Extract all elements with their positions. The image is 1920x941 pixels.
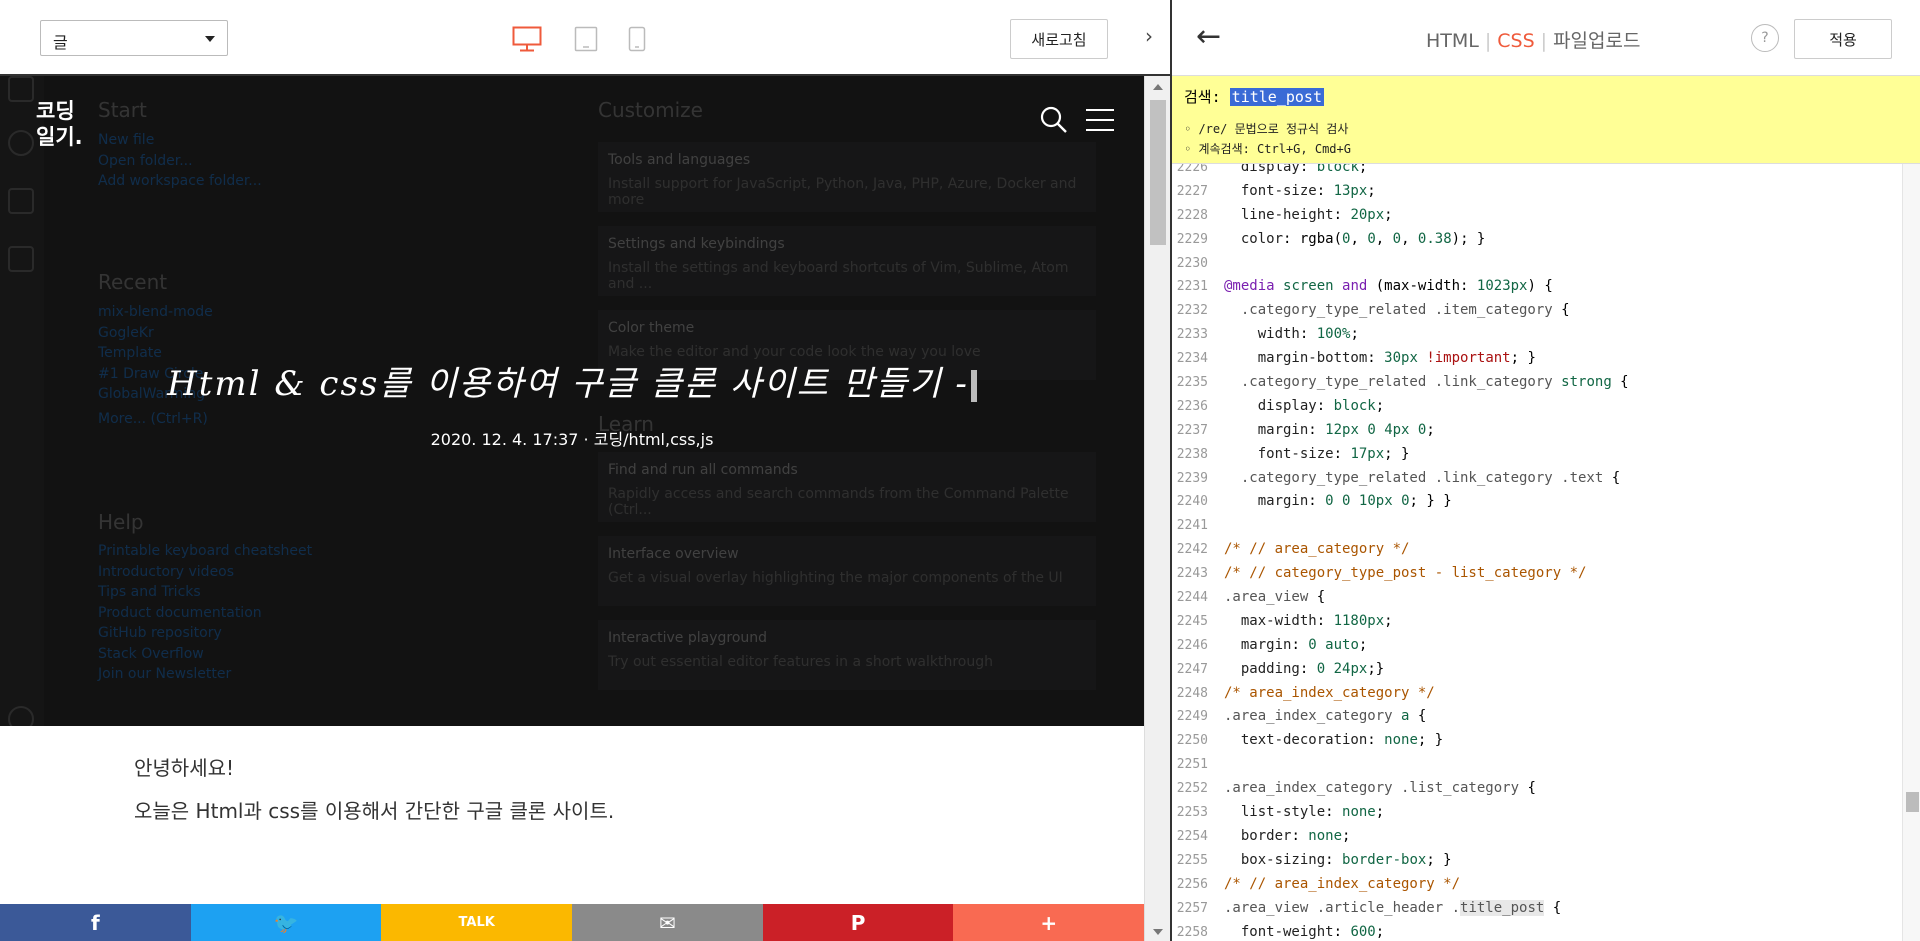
- back-arrow-icon[interactable]: ←: [1196, 22, 1221, 52]
- code-line: 2256/* // area_index_category */: [1176, 875, 1461, 892]
- content-type-select[interactable]: 글: [40, 20, 228, 56]
- search-hint: ◦ /re/ 문법으로 정규식 검사: [1184, 122, 1349, 136]
- kakao-share-button[interactable]: TALK: [381, 904, 573, 941]
- menu-icon[interactable]: [1086, 108, 1114, 132]
- code-line: 2239 .category_type_related .link_catego…: [1176, 469, 1621, 486]
- code-line: 2233 width: 100%;: [1176, 326, 1359, 343]
- preview-pane: 글 새로고침 › Start New file Open folder... A…: [0, 0, 1170, 941]
- code-line: 2235 .category_type_related .link_catego…: [1176, 374, 1629, 391]
- tab-html[interactable]: HTML: [1426, 30, 1479, 52]
- code-line: 2252 .area_index_category .list_category …: [1176, 780, 1536, 797]
- code-line: 2243/* // category_type_post - list_cate…: [1176, 565, 1587, 582]
- tablet-view-icon[interactable]: [574, 26, 598, 52]
- scrollbar-thumb[interactable]: [1906, 792, 1919, 812]
- tab-separator: |: [1540, 30, 1548, 52]
- logo-line: 일기.: [36, 125, 83, 149]
- code-line: 2227 font-size: 13px;: [1176, 182, 1376, 199]
- code-line: 2258 font-weight: 600;: [1176, 923, 1385, 940]
- help-icon[interactable]: ?: [1751, 24, 1779, 52]
- content-type-value: 글: [53, 33, 68, 52]
- code-line: 2232 .category_type_related .item_catego…: [1176, 302, 1570, 319]
- code-line: 2246 margin: 0 auto;: [1176, 636, 1368, 653]
- scroll-up-arrow[interactable]: [1153, 84, 1163, 90]
- code-line: 2244 .area_view {: [1176, 589, 1326, 606]
- code-line: 2229 color: rgba(0, 0, 0, 0.38); }: [1176, 230, 1486, 247]
- code-line: 2257 .area_view .article_header .title_po…: [1176, 899, 1562, 916]
- code-line: 2236 display: block;: [1176, 397, 1385, 414]
- facebook-share-button[interactable]: f: [0, 904, 191, 941]
- code-line: 2234 margin-bottom: 30px !important; }: [1176, 350, 1536, 367]
- article-paragraph: 안녕하세요!: [134, 756, 235, 780]
- article-body: 안녕하세요! 오늘은 Html과 css를 이용해서 간단한 구글 클론 사이트…: [134, 752, 614, 838]
- editor-scrollbar[interactable]: [1902, 164, 1920, 941]
- css-code-editor[interactable]: 2226 display: block; 2227 font-size: 13p…: [1172, 164, 1902, 941]
- mobile-view-icon[interactable]: [628, 26, 646, 52]
- code-lines: 2226 display: block; 2227 font-size: 13p…: [1172, 164, 1902, 941]
- code-line: 2249 .area_index_category a {: [1176, 708, 1427, 725]
- post-title: Html & css를 이용하여 구글 클론 사이트 만들기 -: [0, 356, 1144, 405]
- search-label: 검색:: [1184, 88, 1221, 106]
- code-line: 2254 border: none;: [1176, 827, 1351, 844]
- pinterest-share-button[interactable]: P: [762, 904, 954, 941]
- editor-pane: ← HTML | CSS | 파일업로드 ? 적용 검색: title_post ◦ /…: [1172, 0, 1920, 941]
- code-line: 2242/* // area_category */: [1176, 541, 1410, 558]
- email-share-button[interactable]: ✉: [572, 904, 763, 941]
- more-share-button[interactable]: +: [953, 904, 1145, 941]
- editor-tabs: HTML | CSS | 파일업로드: [1426, 26, 1640, 53]
- code-line: 2241: [1176, 518, 1208, 534]
- blog-preview: Start New file Open folder... Add worksp…: [0, 76, 1144, 941]
- refresh-button[interactable]: 새로고침: [1010, 19, 1108, 59]
- code-line: 2250 text-decoration: none; }: [1176, 732, 1444, 749]
- code-line: 2238 font-size: 17px; }: [1176, 445, 1410, 462]
- text-cursor: [970, 370, 977, 402]
- search-icon[interactable]: [1040, 106, 1068, 134]
- post-meta: 2020. 12. 4. 17:37 · 코딩/html,css,js: [430, 430, 714, 449]
- scroll-down-arrow[interactable]: [1153, 929, 1163, 935]
- code-line: 2251: [1176, 757, 1208, 773]
- hero-section: Start New file Open folder... Add worksp…: [0, 76, 1144, 726]
- blog-logo[interactable]: 코딩 일기.: [36, 98, 83, 150]
- search-input[interactable]: title_post: [1229, 88, 1324, 106]
- tab-separator: |: [1484, 30, 1492, 52]
- code-line: 2245 max-width: 1180px;: [1176, 612, 1393, 629]
- logo-line: 코딩: [36, 99, 75, 123]
- code-line: 2248/* area_index_category */: [1176, 684, 1435, 701]
- code-line: 2228 line-height: 20px;: [1176, 206, 1393, 223]
- apply-button[interactable]: 적용: [1794, 19, 1892, 59]
- share-bar: f 🐦 TALK ✉ P +: [0, 904, 1145, 941]
- desktop-view-icon[interactable]: [512, 26, 542, 52]
- scrollbar-thumb[interactable]: [1150, 100, 1166, 245]
- code-line: 2237 margin: 12px 0 4px 0;: [1176, 421, 1435, 438]
- code-line: 2240 margin: 0 0 10px 0; } }: [1176, 493, 1452, 510]
- article-paragraph: 오늘은 Html과 css를 이용해서 간단한 구글 클론 사이트.: [134, 799, 615, 823]
- code-line: 2231 @media screen and (max-width: 1023px…: [1176, 278, 1553, 295]
- search-row: 검색: title_post: [1184, 86, 1324, 107]
- preview-toolbar: 글 새로고침 ›: [0, 0, 1170, 76]
- code-line: 2226 display: block;: [1176, 164, 1368, 175]
- code-line: 2253 list-style: none;: [1176, 804, 1385, 821]
- code-line: 2255 box-sizing: border-box; }: [1176, 851, 1452, 868]
- tab-css[interactable]: CSS: [1497, 30, 1534, 52]
- collapse-panel-button[interactable]: ›: [1134, 24, 1164, 54]
- code-line: 2230: [1176, 255, 1208, 271]
- code-line: 2247 padding: 0 24px;}: [1176, 660, 1385, 677]
- preview-scrollbar[interactable]: [1144, 76, 1170, 941]
- post-title-text: Html & css를 이용하여 구글 클론 사이트 만들기 -: [167, 364, 969, 404]
- search-panel: 검색: title_post ◦ /re/ 문법으로 정규식 검사 ◦ 계속검색…: [1172, 76, 1920, 164]
- chevron-down-icon: [205, 36, 215, 42]
- tab-file-upload[interactable]: 파일업로드: [1553, 26, 1640, 53]
- editor-toolbar: ← HTML | CSS | 파일업로드 ? 적용: [1172, 0, 1920, 76]
- search-hint: ◦ 계속검색: Ctrl+G, Cmd+G: [1184, 142, 1351, 156]
- twitter-share-button[interactable]: 🐦: [190, 904, 382, 941]
